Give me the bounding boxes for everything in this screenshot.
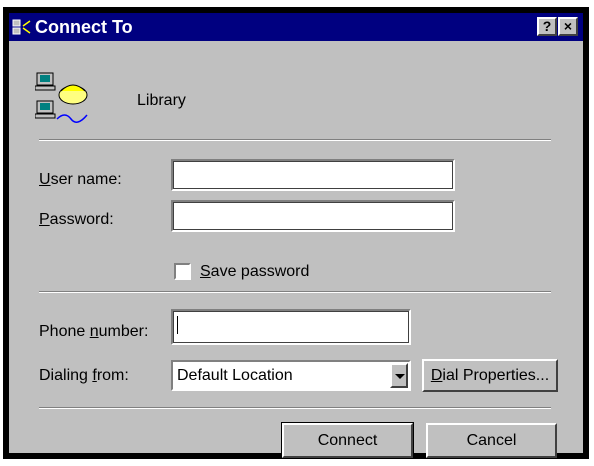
connect-button[interactable]: Connect bbox=[281, 422, 414, 459]
divider bbox=[39, 291, 551, 293]
phone-number-label: Phone number: bbox=[39, 323, 149, 340]
cancel-button[interactable]: Cancel bbox=[426, 423, 557, 458]
username-input[interactable] bbox=[171, 159, 455, 191]
dialog-content: Library User name: Password: Save passwo… bbox=[9, 41, 583, 459]
dial-properties-button[interactable]: Dial Properties... bbox=[422, 359, 558, 392]
divider bbox=[39, 407, 551, 409]
text-caret bbox=[177, 316, 178, 334]
connection-entry-icon bbox=[35, 72, 88, 123]
help-button[interactable]: ? bbox=[537, 17, 557, 36]
dialing-from-select[interactable]: Default Location bbox=[171, 360, 411, 391]
phone-number-input[interactable] bbox=[171, 309, 411, 345]
connect-to-dialog: Connect To ? × Library User name: Passwo… bbox=[3, 7, 589, 459]
dialog-body: Connect To ? × Library User name: Passwo… bbox=[9, 13, 583, 459]
save-password-label[interactable]: Save password bbox=[200, 263, 309, 281]
close-button[interactable]: × bbox=[558, 17, 578, 36]
save-password-checkbox[interactable] bbox=[174, 263, 191, 280]
title-bar[interactable]: Connect To ? × bbox=[9, 13, 583, 41]
dialing-from-label: Dialing from: bbox=[39, 367, 129, 384]
password-label: Password: bbox=[39, 211, 114, 228]
divider bbox=[39, 139, 551, 141]
username-label: User name: bbox=[39, 171, 122, 188]
window-title: Connect To bbox=[35, 17, 133, 37]
connection-name: Library bbox=[137, 92, 186, 109]
password-input[interactable] bbox=[171, 200, 455, 232]
dial-up-networking-icon bbox=[12, 19, 31, 35]
dropdown-arrow-icon[interactable] bbox=[390, 363, 408, 388]
help-icon: ? bbox=[542, 18, 552, 34]
close-icon: × bbox=[563, 18, 573, 34]
dialing-from-value: Default Location bbox=[177, 367, 293, 384]
